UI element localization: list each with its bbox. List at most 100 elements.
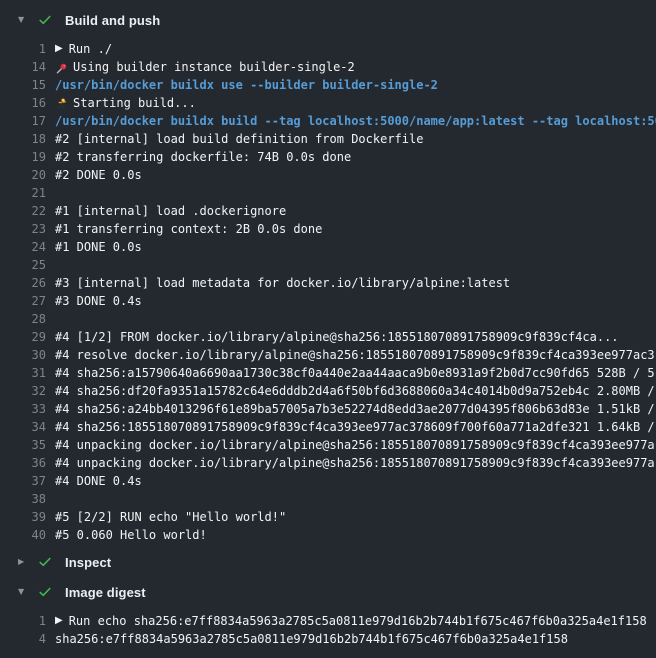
- log-text: #4 unpacking docker.io/library/alpine@sh…: [55, 436, 655, 454]
- log-text: #4 DONE 0.4s: [55, 472, 142, 490]
- log-group-header[interactable]: ▶ Inspect: [0, 548, 656, 574]
- run-expander-icon[interactable]: ▶: [55, 612, 63, 630]
- log-text: #2 transferring dockerfile: 74B 0.0s don…: [55, 148, 351, 166]
- log-line-number[interactable]: 29: [0, 328, 46, 346]
- success-check-icon: [38, 13, 52, 27]
- log-line-number[interactable]: 31: [0, 364, 46, 382]
- chevron-down-icon[interactable]: ▼: [18, 584, 30, 600]
- log-group-image-digest: ▼ Image digest 1 ▶Run echo sha256:e7ff8834a…: [0, 578, 656, 648]
- log-line-number[interactable]: 39: [0, 508, 46, 526]
- log-line: 39 #5 [2/2] RUN echo "Hello world!": [0, 508, 656, 526]
- log-line-text: #4 DONE 0.4s: [55, 472, 142, 490]
- log-text: #2 DONE 0.0s: [55, 166, 142, 184]
- log-line-number[interactable]: 40: [0, 526, 46, 544]
- log-line-number[interactable]: 23: [0, 220, 46, 238]
- log-text: /usr/bin/docker buildx use --builder bui…: [55, 76, 438, 94]
- log-group-title: Build and push: [65, 13, 160, 28]
- log-line: 33#4 sha256:a24bb4013296f61e89ba57005a7b…: [0, 400, 656, 418]
- log-line: 21: [0, 184, 656, 202]
- log-line-text: Starting build...: [55, 94, 196, 112]
- chevron-down-icon[interactable]: ▼: [18, 12, 30, 28]
- log-line: 1 ▶Run echo sha256:e7ff8834a5963a2785c5a0…: [0, 612, 656, 630]
- pushpin-icon: [55, 62, 69, 75]
- log-group-header[interactable]: ▼ Build and push: [0, 6, 656, 32]
- log-line-text: #2 [internal] load build definition from…: [55, 130, 423, 148]
- log-group-title: Image digest: [65, 585, 146, 600]
- log-line-number[interactable]: 27: [0, 292, 46, 310]
- log-text: sha256:e7ff8834a5963a2785c5a0811e979d16b…: [55, 630, 568, 648]
- log-line-number[interactable]: 20: [0, 166, 46, 184]
- log-line-number[interactable]: 19: [0, 148, 46, 166]
- log-line: 15/usr/bin/docker buildx use --builder b…: [0, 76, 656, 94]
- log-line-text: #4 unpacking docker.io/library/alpine@sh…: [55, 436, 655, 454]
- log-line-number[interactable]: 4: [0, 630, 46, 648]
- log-line-number[interactable]: 14: [0, 58, 46, 76]
- log-group-body: 1▶Run ./14Using builder instance builder…: [0, 40, 656, 544]
- log-line: 35 #4 unpacking docker.io/library/alpine@…: [0, 436, 656, 454]
- log-line-number[interactable]: 33: [0, 400, 46, 418]
- log-line-number[interactable]: 1: [0, 612, 46, 630]
- log-line: 26 #3 [internal] load metadata for docker…: [0, 274, 656, 292]
- log-line-number[interactable]: 22: [0, 202, 46, 220]
- success-check-icon: [38, 555, 52, 569]
- log-line-number[interactable]: 15: [0, 76, 46, 94]
- log-line-number[interactable]: 32: [0, 382, 46, 400]
- log-line: 17/usr/bin/docker buildx build --tag loc…: [0, 112, 656, 130]
- log-line-text: #1 [internal] load .dockerignore: [55, 202, 286, 220]
- log-group-header[interactable]: ▼ Image digest: [0, 578, 656, 604]
- log-line: 38: [0, 490, 656, 508]
- log-line: 28: [0, 310, 656, 328]
- log-line-number[interactable]: 35: [0, 436, 46, 454]
- log-line: 30 #4 resolve docker.io/library/alpine@sh…: [0, 346, 656, 364]
- log-text: #5 [2/2] RUN echo "Hello world!": [55, 508, 286, 526]
- log-group-title: Inspect: [65, 555, 111, 570]
- log-line-text: #4 sha256:a15790640a6690aa1730c38cf0a440…: [55, 364, 655, 382]
- log-line-text: Using builder instance builder-single-2: [55, 58, 355, 76]
- log-line: 37 #4 DONE 0.4s: [0, 472, 656, 490]
- log-line-text: /usr/bin/docker buildx use --builder bui…: [55, 76, 438, 94]
- log-line: 18 #2 [internal] load build definition fr…: [0, 130, 656, 148]
- log-line-number[interactable]: 34: [0, 418, 46, 436]
- log-line-text: #2 DONE 0.0s: [55, 166, 142, 184]
- log-line-number[interactable]: 17: [0, 112, 46, 130]
- log-group-build-and-push: ▼Build and push1▶Run ./14Using builder i…: [0, 6, 656, 544]
- log-text: #4 resolve docker.io/library/alpine@sha2…: [55, 346, 655, 364]
- log-line: 34 #4 sha256:185518070891758909c9f839cf4c…: [0, 418, 656, 436]
- log-line-number[interactable]: 26: [0, 274, 46, 292]
- run-expander-icon[interactable]: ▶: [55, 40, 63, 58]
- log-group-inspect: ▶ Inspect: [0, 548, 656, 574]
- log-line: 16 Starting build...: [0, 94, 656, 112]
- log-line-text: #4 unpacking docker.io/library/alpine@sh…: [55, 454, 655, 472]
- log-line: 29#4 [1/2] FROM docker.io/library/alpine…: [0, 328, 656, 346]
- log-line: 31 #4 sha256:a15790640a6690aa1730c38cf0a4…: [0, 364, 656, 382]
- log-line-number[interactable]: 1: [0, 40, 46, 58]
- log-line-number[interactable]: 28: [0, 310, 46, 328]
- log-line-text: #3 [internal] load metadata for docker.i…: [55, 274, 510, 292]
- log-line: 1▶Run ./: [0, 40, 656, 58]
- log-text: #4 sha256:185518070891758909c9f839cf4ca3…: [55, 418, 655, 436]
- log-line-number[interactable]: 21: [0, 184, 46, 202]
- log-line: 14 Using builder instance builder-single-…: [0, 58, 656, 76]
- log-line: 36 #4 unpacking docker.io/library/alpine@…: [0, 454, 656, 472]
- log-line-number[interactable]: 37: [0, 472, 46, 490]
- log-text: #1 [internal] load .dockerignore: [55, 202, 286, 220]
- log-line-number[interactable]: 16: [0, 94, 46, 112]
- log-line-text: #4 resolve docker.io/library/alpine@sha2…: [55, 346, 655, 364]
- log-line-number[interactable]: 30: [0, 346, 46, 364]
- log-line: 24 #1 DONE 0.0s: [0, 238, 656, 256]
- log-text: #3 [internal] load metadata for docker.i…: [55, 274, 510, 292]
- log-line-text: #3 DONE 0.4s: [55, 292, 142, 310]
- log-line-text: sha256:e7ff8834a5963a2785c5a0811e979d16b…: [55, 630, 568, 648]
- log-text: #1 DONE 0.0s: [55, 238, 142, 256]
- log-line-number[interactable]: 36: [0, 454, 46, 472]
- chevron-right-icon[interactable]: ▶: [18, 554, 30, 570]
- log-line-number[interactable]: 24: [0, 238, 46, 256]
- log-line-text: /usr/bin/docker buildx build --tag local…: [55, 112, 656, 130]
- log-line-text: ▶Run echo sha256:e7ff8834a5963a2785c5a08…: [55, 612, 647, 630]
- log-text: #4 sha256:a15790640a6690aa1730c38cf0a440…: [55, 364, 655, 382]
- log-line-number[interactable]: 38: [0, 490, 46, 508]
- log-line-number[interactable]: 25: [0, 256, 46, 274]
- log-line-number[interactable]: 18: [0, 130, 46, 148]
- log-text: #4 sha256:df20fa9351a15782c64e6dddb2d4a6…: [55, 382, 655, 400]
- log-line: 40#5 0.060 Hello world!: [0, 526, 656, 544]
